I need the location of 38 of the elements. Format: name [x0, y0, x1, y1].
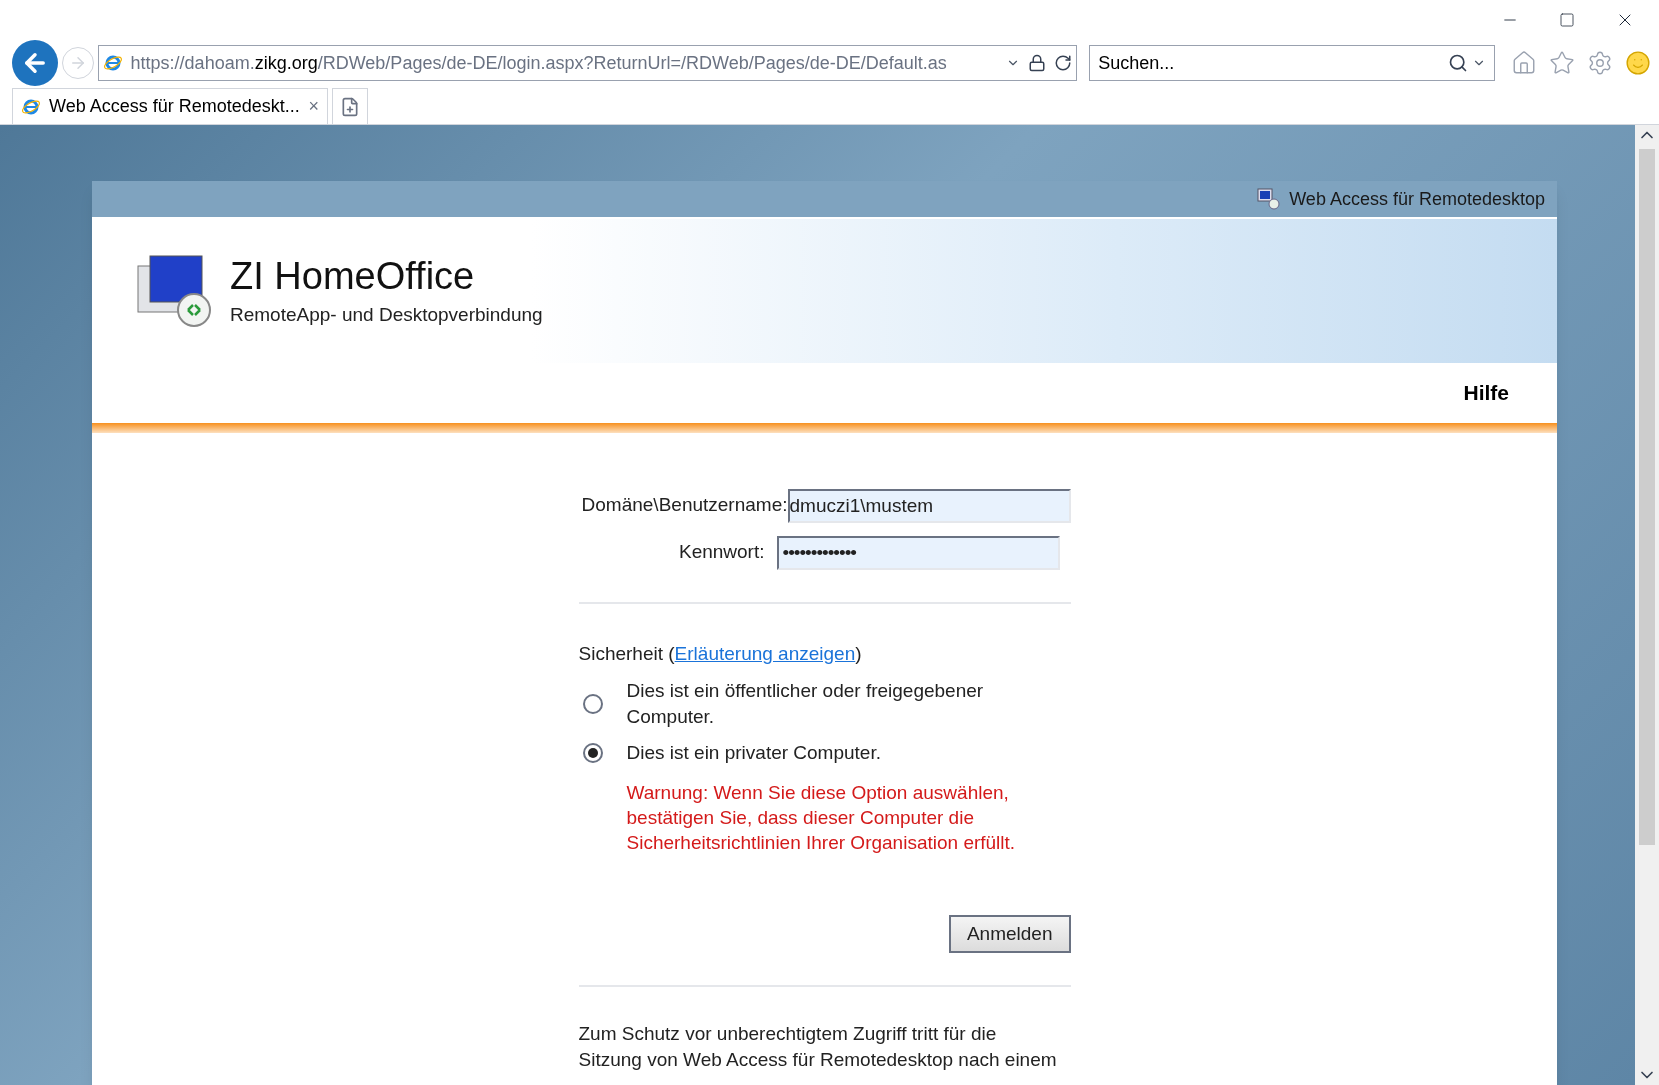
- browser-tab[interactable]: Web Access für Remotedeskt... ×: [12, 88, 328, 124]
- explanation-link[interactable]: Erläuterung anzeigen: [674, 642, 856, 664]
- site-subtitle: RemoteApp- und Desktopverbindung: [230, 302, 543, 327]
- username-label: Domäne\Benutzername:: [581, 493, 788, 518]
- favorites-icon[interactable]: [1549, 50, 1575, 76]
- browser-logo-icon: [102, 53, 123, 73]
- search-icon[interactable]: [1448, 53, 1468, 73]
- help-link[interactable]: Hilfe: [1463, 377, 1509, 409]
- warning-text: Warnung: Wenn Sie diese Option auswählen, bestätigen Sie, dass dieser Computer die Sicherheitsrichtlinien Ihrer Organisation erfüllt.: [626, 781, 1017, 855]
- address-bar[interactable]: https://dahoam.zikg.org/RDWeb/Pages/de-DE/login.aspx?ReturnUrl=/RDWeb/Pages/de-DE/Default.as: [97, 45, 1078, 81]
- site-title: ZI HomeOffice: [230, 254, 476, 299]
- security-label: Sicherheit (Erläuterung anzeigen): [578, 641, 863, 666]
- login-button[interactable]: Anmelden: [948, 915, 1071, 953]
- url-text: https://dahoam.zikg.org/RDWeb/Pages/de-DE/login.aspx?ReturnUrl=/RDWeb/Pages/de-DE/Default.as: [130, 51, 948, 75]
- radio-label: Dies ist ein öffentlicher oder freigegebener Computer.: [626, 679, 985, 729]
- lock-icon: [1028, 54, 1047, 72]
- username-field[interactable]: dmuczi1\mustem: [787, 488, 1071, 523]
- session-note: Zum Schutz vor unberechtigtem Zugriff tritt für die Sitzung von Web Access für Remotedesktop nach einem: [578, 1022, 1058, 1072]
- radio-button[interactable]: [582, 743, 603, 763]
- radio-label: Dies ist ein privater Computer.: [626, 741, 882, 765]
- password-field[interactable]: •••••••••••••: [776, 535, 1060, 570]
- product-title: Web Access für Remotedesktop: [1289, 187, 1545, 211]
- search-field[interactable]: Suchen...: [1089, 45, 1495, 81]
- tab-title: Web Access für Remotedeskt...: [49, 95, 301, 118]
- new-tab-button[interactable]: [332, 88, 368, 124]
- back-button[interactable]: [12, 40, 58, 86]
- remote-desktop-icon: [1257, 188, 1282, 210]
- password-label: Kennwort:: [678, 540, 765, 565]
- scrollbar[interactable]: [1635, 125, 1659, 1085]
- computer-icon: [136, 252, 214, 330]
- new-page-icon: [340, 96, 360, 117]
- settings-icon[interactable]: [1587, 50, 1613, 76]
- refresh-icon[interactable]: [1054, 54, 1073, 72]
- maximize-icon[interactable]: [1559, 12, 1575, 28]
- home-icon[interactable]: [1511, 50, 1537, 76]
- tab-close-button[interactable]: ×: [308, 93, 319, 120]
- search-input[interactable]: Suchen...: [1098, 49, 1448, 77]
- radio-button[interactable]: [582, 694, 603, 714]
